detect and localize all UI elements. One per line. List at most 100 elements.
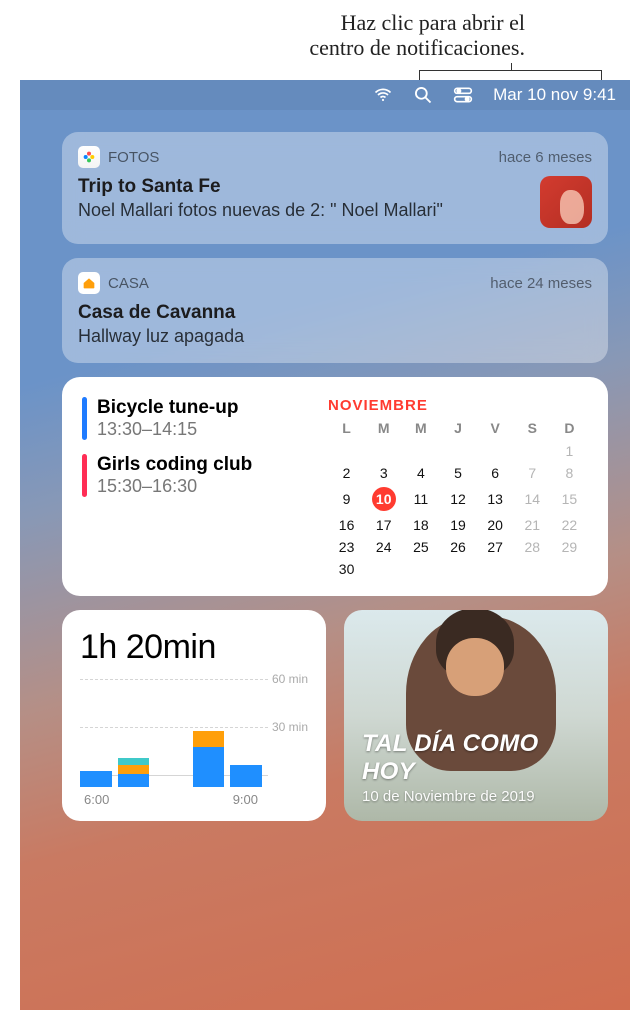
menu-bar: Mar 10 nov 9:41 [20, 80, 630, 110]
calendar-dow: J [439, 420, 476, 440]
calendar-widget[interactable]: Bicycle tune-up13:30–14:15 Girls coding c… [62, 377, 608, 596]
wifi-icon[interactable] [373, 85, 393, 105]
chart-y-label: 30 min [272, 720, 308, 734]
calendar-day[interactable]: 26 [439, 536, 476, 558]
notification-app-name: CASA [108, 275, 149, 292]
calendar-day[interactable]: 22 [551, 514, 588, 536]
photos-app-icon [78, 146, 100, 168]
calendar-day [477, 558, 514, 580]
calendar-day[interactable]: 8 [551, 462, 588, 484]
event-name: Girls coding club [97, 454, 252, 476]
calendar-day[interactable]: 28 [514, 536, 551, 558]
event-name: Bicycle tune-up [97, 397, 238, 419]
calendar-day[interactable]: 13 [477, 484, 514, 514]
calendar-day [328, 440, 365, 462]
notification-time: hace 24 meses [490, 275, 592, 292]
calendar-grid: LMMJVSD 12345678910111213141516171819202… [328, 420, 588, 580]
calendar-day[interactable]: 19 [439, 514, 476, 536]
calendar-month-label: NOVIEMBRE [328, 397, 588, 414]
calendar-day[interactable]: 1 [551, 440, 588, 462]
calendar-event[interactable]: Bicycle tune-up13:30–14:15 [82, 397, 316, 440]
calendar-dow: D [551, 420, 588, 440]
chart-bar [230, 765, 262, 787]
calendar-day[interactable]: 18 [402, 514, 439, 536]
event-time: 15:30–16:30 [97, 476, 252, 497]
calendar-event[interactable]: Girls coding club15:30–16:30 [82, 454, 316, 497]
calendar-day[interactable]: 10 [365, 484, 402, 514]
calendar-day[interactable]: 24 [365, 536, 402, 558]
calendar-day[interactable]: 15 [551, 484, 588, 514]
event-color-bar [82, 454, 87, 497]
calendar-day[interactable]: 27 [477, 536, 514, 558]
calendar-dow: M [365, 420, 402, 440]
control-center-icon[interactable] [453, 85, 473, 105]
annotation-line-1: Haz clic para abrir el [0, 10, 525, 35]
calendar-dow: S [514, 420, 551, 440]
calendar-day[interactable]: 14 [514, 484, 551, 514]
annotation-callout: Haz clic para abrir el centro de notific… [0, 0, 630, 80]
calendar-dow: M [402, 420, 439, 440]
calendar-day [514, 440, 551, 462]
calendar-dow: L [328, 420, 365, 440]
notification-time: hace 6 meses [499, 149, 592, 166]
calendar-day[interactable]: 17 [365, 514, 402, 536]
chart-x-label: 6:00 [84, 792, 109, 807]
photos-memory-widget[interactable]: TAL DÍA COMO HOY 10 de Noviembre de 2019 [344, 610, 608, 821]
chart-bar-segment [118, 774, 150, 787]
chart-bar-segment [193, 731, 225, 747]
calendar-day[interactable]: 2 [328, 462, 365, 484]
chart-bar-segment [230, 765, 262, 787]
calendar-day[interactable]: 23 [328, 536, 365, 558]
calendar-day[interactable]: 4 [402, 462, 439, 484]
notification-center-panel: FOTOS hace 6 meses Trip to Santa FeNoel Ma… [20, 110, 630, 821]
calendar-dow: V [477, 420, 514, 440]
calendar-day[interactable]: 25 [402, 536, 439, 558]
month-calendar: NOVIEMBRE LMMJVSD 1234567891011121314151… [328, 397, 588, 580]
memory-date: 10 de Noviembre de 2019 [362, 788, 590, 805]
chart-y-label: 60 min [272, 672, 308, 686]
chart-bar [80, 771, 112, 787]
calendar-day[interactable]: 20 [477, 514, 514, 536]
chart-bar-segment [193, 747, 225, 787]
calendar-day[interactable]: 29 [551, 536, 588, 558]
screen-time-widget[interactable]: 1h 20min 60 min 30 min 6:00 9:00 [62, 610, 326, 821]
chart-bar [193, 731, 225, 787]
calendar-day[interactable]: 5 [439, 462, 476, 484]
calendar-day [402, 558, 439, 580]
event-list: Bicycle tune-up13:30–14:15 Girls coding c… [82, 397, 316, 580]
chart-bar-segment [118, 765, 150, 775]
event-time: 13:30–14:15 [97, 419, 238, 440]
chart-bar-segment [80, 771, 112, 787]
menu-bar-datetime[interactable]: Mar 10 nov 9:41 [493, 85, 616, 105]
macos-screen: Mar 10 nov 9:41 FOTOS hace 6 meses Trip to… [20, 80, 630, 1010]
home-app-icon [78, 272, 100, 294]
chart-bar [118, 758, 150, 787]
calendar-day[interactable]: 3 [365, 462, 402, 484]
calendar-day [551, 558, 588, 580]
calendar-day[interactable]: 21 [514, 514, 551, 536]
calendar-day[interactable]: 6 [477, 462, 514, 484]
calendar-day[interactable]: 7 [514, 462, 551, 484]
event-color-bar [82, 397, 87, 440]
calendar-day[interactable]: 16 [328, 514, 365, 536]
notification-app-name: FOTOS [108, 149, 159, 166]
screen-time-chart: 60 min 30 min 6:00 9:00 [80, 677, 308, 807]
screen-time-total: 1h 20min [80, 628, 308, 667]
calendar-day [365, 440, 402, 462]
notification-title: Trip to Santa Fe [78, 176, 530, 198]
calendar-day[interactable]: 11 [402, 484, 439, 514]
notification-body: Noel Mallari fotos nuevas de 2: " Noel M… [78, 200, 530, 221]
calendar-day [402, 440, 439, 462]
notification-card[interactable]: FOTOS hace 6 meses Trip to Santa FeNoel Ma… [62, 132, 608, 244]
calendar-day [365, 558, 402, 580]
notification-title: Casa de Cavanna [78, 302, 592, 324]
spotlight-search-icon[interactable] [413, 85, 433, 105]
calendar-day[interactable]: 9 [328, 484, 365, 514]
calendar-day[interactable]: 12 [439, 484, 476, 514]
notification-card[interactable]: CASAhace 24 mesesCasa de CavannaHallway … [62, 258, 608, 363]
calendar-day[interactable]: 30 [328, 558, 365, 580]
annotation-line-2: centro de notificaciones. [0, 35, 525, 60]
chart-x-label: 9:00 [233, 792, 258, 807]
calendar-day [514, 558, 551, 580]
calendar-day [439, 440, 476, 462]
